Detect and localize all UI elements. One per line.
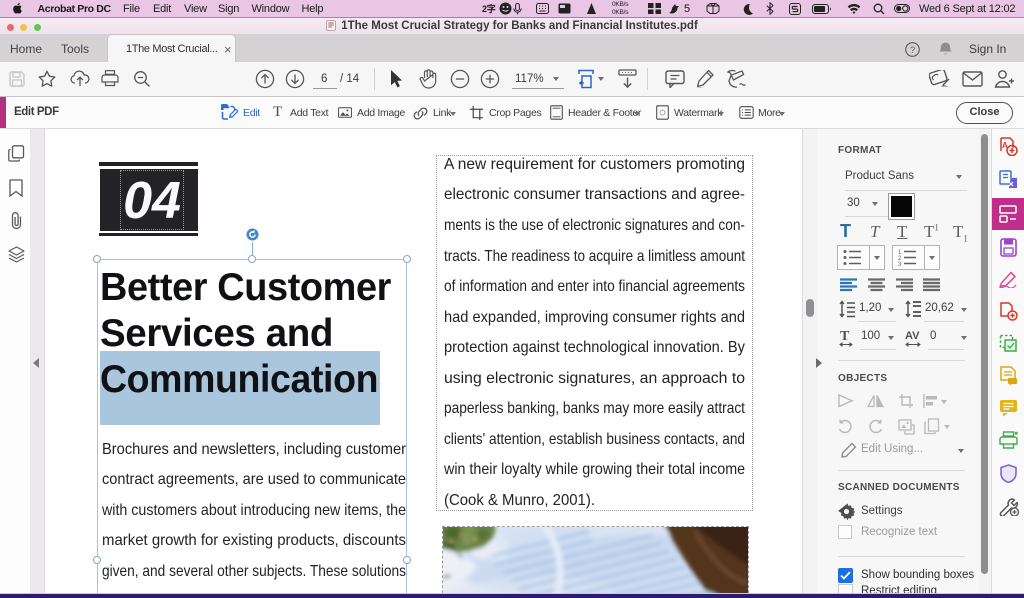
svg-text:?: ? bbox=[910, 45, 915, 56]
svg-text:AV: AV bbox=[905, 330, 920, 342]
svg-text:3: 3 bbox=[898, 262, 902, 266]
svg-text:T: T bbox=[840, 329, 850, 344]
